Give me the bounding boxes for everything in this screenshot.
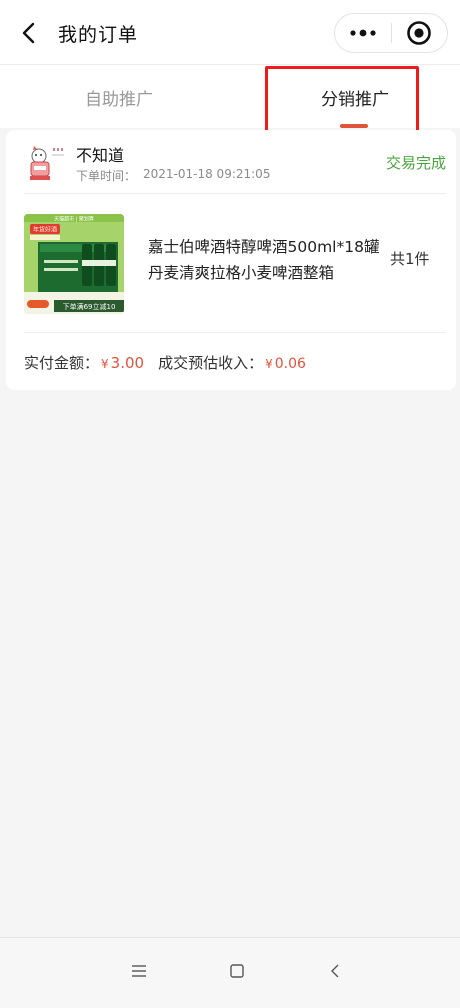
product-name[interactable]: 嘉士伯啤酒特醇啤酒500ml*18罐丹麦清爽拉格小麦啤酒整箱 [148,234,384,286]
paid-amount: 3.00 [110,354,145,372]
product-image-banner: 下单满69立减10 [63,302,116,311]
system-nav-bar [0,937,460,1008]
income-label: 成交预估收入： [158,354,264,372]
shop-name: 不知道 [76,146,125,165]
order-status: 交易完成 [385,154,446,172]
income-currency: ¥ [265,357,273,371]
mini-program-capsule [334,13,448,53]
product-image[interactable]: 天猫超市 | 聚划算 年货好酒 下单满69立减10 [24,214,124,314]
order-time: 2021-01-18 09:21:05 [143,167,271,181]
tab-self-promotion[interactable]: 自助推广 [0,65,238,129]
highlight-box [265,66,419,138]
nav-back-icon[interactable] [320,956,350,986]
order-time-label: 下单时间： [76,169,137,183]
paid-currency: ¥ [101,357,109,371]
more-dots-icon[interactable] [335,14,391,52]
order-card[interactable]: 不知道 下单时间： 2021-01-18 09:21:05 交易完成 天猫超市 … [6,130,456,390]
target-icon[interactable] [391,14,447,52]
divider [24,193,446,194]
product-image-top-text: 天猫超市 | 聚划算 [54,216,94,223]
square-home-icon[interactable] [222,956,252,986]
menu-lines-icon[interactable] [124,956,154,986]
income-amount: 0.06 [274,356,306,372]
payment-row: 实付金额： ¥ 3.00 成交预估收入： ¥ 0.06 [24,352,306,376]
product-image-badge: 年货好酒 [33,226,57,234]
product-quantity: 共1件 [390,250,430,268]
divider [24,332,446,333]
page-title: 我的订单 [58,24,139,46]
top-bar: 我的订单 [0,0,460,64]
paid-amount-label: 实付金额： [24,354,100,372]
shop-avatar [24,142,66,184]
back-arrow-icon[interactable] [14,18,44,48]
